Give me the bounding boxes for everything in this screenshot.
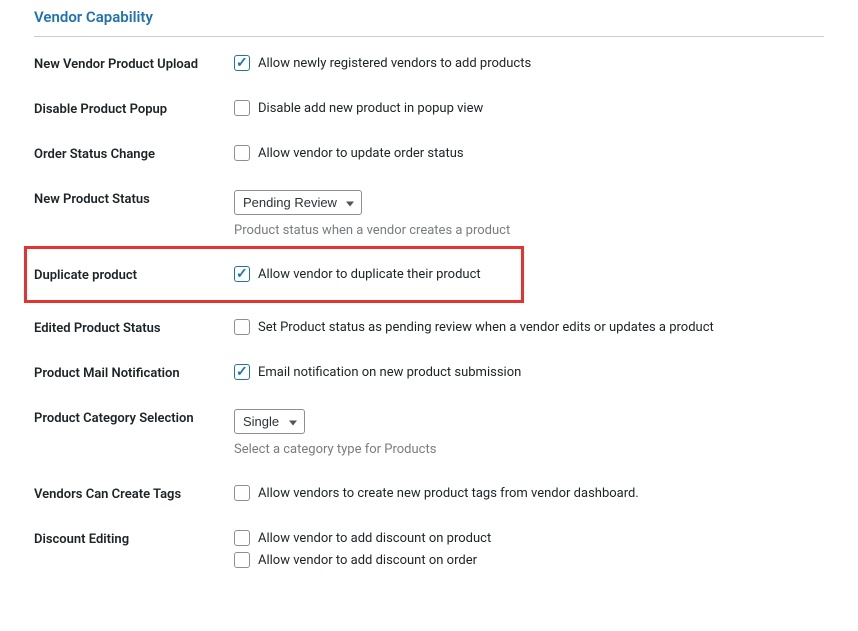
row-new-vendor-upload: New Vendor Product Upload Allow newly re… bbox=[34, 55, 824, 72]
label-category-selection: Product Category Selection bbox=[34, 409, 234, 426]
desc-category-selection: Select a category type for Products bbox=[234, 442, 824, 457]
row-duplicate-product: Duplicate product Allow vendor to duplic… bbox=[34, 266, 824, 283]
row-category-selection: Product Category Selection Single Select… bbox=[34, 409, 824, 457]
text-discount-order: Allow vendor to add discount on order bbox=[258, 553, 477, 568]
label-disable-popup: Disable Product Popup bbox=[34, 100, 234, 117]
label-new-vendor-upload: New Vendor Product Upload bbox=[34, 55, 234, 72]
checkbox-edited-status[interactable] bbox=[234, 319, 250, 335]
row-create-tags: Vendors Can Create Tags Allow vendors to… bbox=[34, 485, 824, 502]
desc-new-product-status: Product status when a vendor creates a p… bbox=[234, 223, 824, 238]
checkbox-disable-popup[interactable] bbox=[234, 100, 250, 116]
label-duplicate-product: Duplicate product bbox=[34, 266, 234, 283]
text-order-status: Allow vendor to update order status bbox=[258, 146, 464, 161]
select-new-product-status[interactable]: Pending Review bbox=[234, 190, 362, 215]
row-order-status: Order Status Change Allow vendor to upda… bbox=[34, 145, 824, 162]
text-create-tags: Allow vendors to create new product tags… bbox=[258, 486, 639, 501]
text-edited-status: Set Product status as pending review whe… bbox=[258, 320, 714, 335]
text-duplicate-product: Allow vendor to duplicate their product bbox=[258, 267, 481, 282]
text-mail-notification: Email notification on new product submis… bbox=[258, 365, 521, 380]
row-new-product-status: New Product Status Pending Review Produc… bbox=[34, 190, 824, 238]
row-edited-status: Edited Product Status Set Product status… bbox=[34, 319, 824, 336]
label-create-tags: Vendors Can Create Tags bbox=[34, 485, 234, 502]
label-discount-editing: Discount Editing bbox=[34, 530, 234, 547]
label-new-product-status: New Product Status bbox=[34, 190, 234, 207]
label-mail-notification: Product Mail Notification bbox=[34, 364, 234, 381]
label-edited-status: Edited Product Status bbox=[34, 319, 234, 336]
text-discount-product: Allow vendor to add discount on product bbox=[258, 531, 491, 546]
row-disable-popup: Disable Product Popup Disable add new pr… bbox=[34, 100, 824, 117]
text-new-vendor-upload: Allow newly registered vendors to add pr… bbox=[258, 56, 531, 71]
text-disable-popup: Disable add new product in popup view bbox=[258, 101, 483, 116]
checkbox-mail-notification[interactable] bbox=[234, 364, 250, 380]
section-heading: Vendor Capability bbox=[34, 8, 824, 37]
label-order-status: Order Status Change bbox=[34, 145, 234, 162]
row-discount-editing: Discount Editing Allow vendor to add dis… bbox=[34, 530, 824, 568]
checkbox-duplicate-product[interactable] bbox=[234, 266, 250, 282]
checkbox-new-vendor-upload[interactable] bbox=[234, 55, 250, 71]
checkbox-order-status[interactable] bbox=[234, 145, 250, 161]
row-mail-notification: Product Mail Notification Email notifica… bbox=[34, 364, 824, 381]
checkbox-discount-product[interactable] bbox=[234, 530, 250, 546]
select-category-selection[interactable]: Single bbox=[234, 409, 305, 434]
checkbox-discount-order[interactable] bbox=[234, 552, 250, 568]
checkbox-create-tags[interactable] bbox=[234, 485, 250, 501]
